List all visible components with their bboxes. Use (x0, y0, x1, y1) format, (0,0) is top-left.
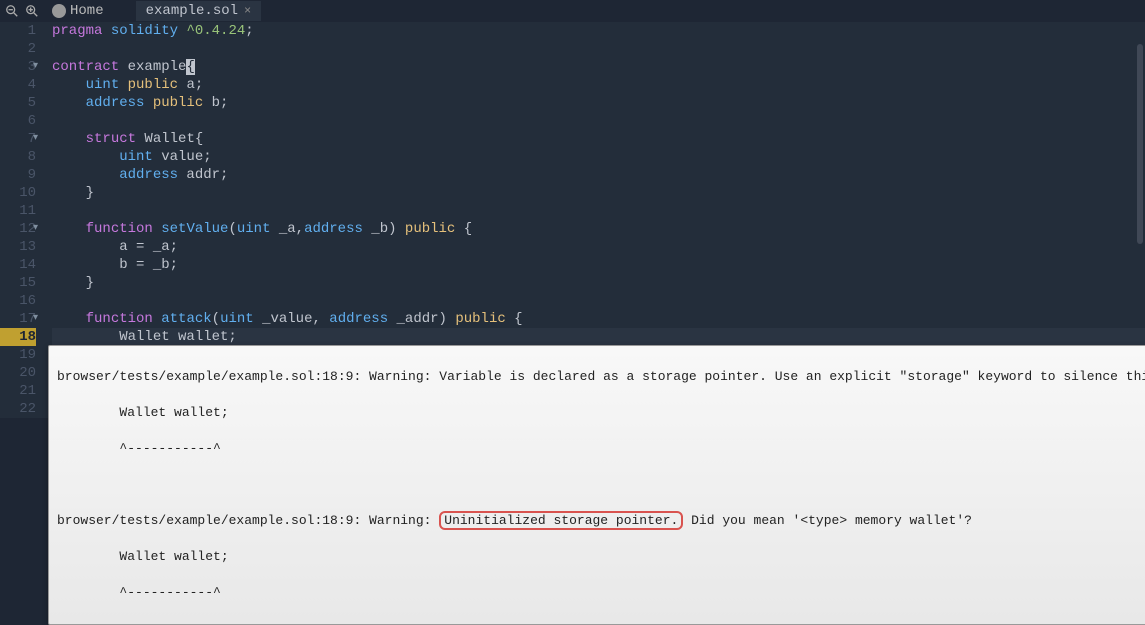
gutter-line: 16 (0, 292, 36, 310)
toolbar: Home example.sol × (0, 0, 1145, 22)
code-line: uint value; (52, 148, 1145, 166)
code-line: address public b; (52, 94, 1145, 112)
gutter-line: 2 (0, 40, 36, 58)
warning-line: browser/tests/example/example.sol:18:9: … (57, 512, 1145, 530)
code-line: function setValue(uint _a,address _b) pu… (52, 220, 1145, 238)
gutter-line: 6 (0, 112, 36, 130)
warning-tooltip: browser/tests/example/example.sol:18:9: … (48, 345, 1145, 625)
zoom-out-icon[interactable] (4, 3, 20, 19)
gutter-line: 1 (0, 22, 36, 40)
warning-line: Wallet wallet; (57, 548, 1145, 566)
gutter-line: 21 (0, 382, 36, 400)
warning-line: ^-----------^ (57, 584, 1145, 602)
code-line (52, 202, 1145, 220)
code-line-active: Wallet wallet; (52, 328, 1145, 346)
code-line: } (52, 274, 1145, 292)
zoom-in-icon[interactable] (24, 3, 40, 19)
fold-icon: ▾ (33, 310, 38, 328)
gutter-line: 10 (0, 184, 36, 202)
scrollbar[interactable] (1137, 44, 1143, 244)
close-icon[interactable]: × (244, 4, 251, 18)
fold-icon: ▾ (33, 220, 38, 238)
code-line: a = _a; (52, 238, 1145, 256)
gutter-line: 15 (0, 274, 36, 292)
code-line: address addr; (52, 166, 1145, 184)
code-line (52, 40, 1145, 58)
fold-icon: ▾ (33, 130, 38, 148)
gutter-line: 5 (0, 94, 36, 112)
code-line: contract example{ (52, 58, 1145, 76)
gutter-line-active: 18 (0, 328, 36, 346)
gutter-line: 7▾ (0, 130, 36, 148)
gutter-line: 9 (0, 166, 36, 184)
code-line: b = _b; (52, 256, 1145, 274)
home-tab[interactable]: Home (44, 3, 112, 19)
file-tab-label: example.sol (146, 3, 238, 19)
line-gutter: 1 2 3▾ 4 5 6 7▾ 8 9 10 11 12▾ 13 14 15 1… (0, 22, 44, 418)
gutter-line: 3▾ (0, 58, 36, 76)
code-line: } (52, 184, 1145, 202)
gutter-line: 17▾ (0, 310, 36, 328)
gutter-line: 19 (0, 346, 36, 364)
gutter-line: 12▾ (0, 220, 36, 238)
gutter-line: 8 (0, 148, 36, 166)
code-line (52, 112, 1145, 130)
code-line (52, 292, 1145, 310)
gutter-line: 4 (0, 76, 36, 94)
code-line: pragma solidity ^0.4.24; (52, 22, 1145, 40)
file-tab[interactable]: example.sol × (136, 1, 262, 21)
warning-line: Wallet wallet; (57, 404, 1145, 422)
gutter-line: 13 (0, 238, 36, 256)
fold-icon: ▾ (33, 58, 38, 76)
code-line: function attack(uint _value, address _ad… (52, 310, 1145, 328)
warning-line: ^-----------^ (57, 440, 1145, 458)
warning-line (57, 476, 1145, 494)
gutter-line: 14 (0, 256, 36, 274)
gutter-line: 11 (0, 202, 36, 220)
home-icon (52, 4, 66, 18)
code-line: uint public a; (52, 76, 1145, 94)
gutter-line: 20 (0, 364, 36, 382)
code-line: struct Wallet{ (52, 130, 1145, 148)
warning-line: browser/tests/example/example.sol:18:9: … (57, 368, 1145, 386)
gutter-line: 22 (0, 400, 36, 418)
home-label: Home (70, 3, 104, 19)
